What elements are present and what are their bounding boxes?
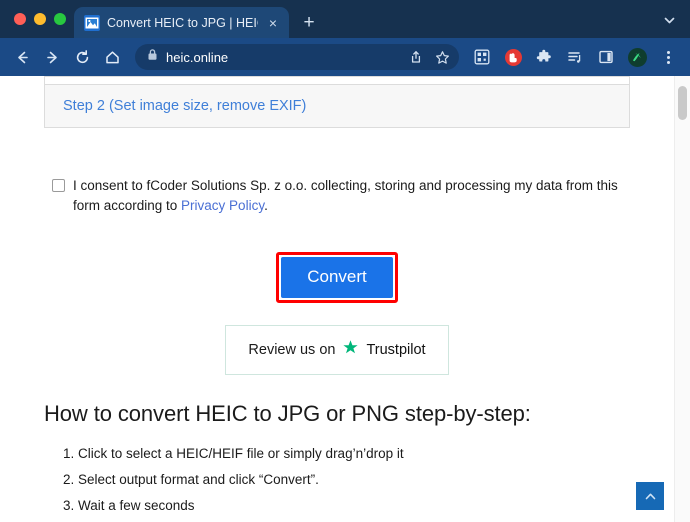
convert-button-area: Convert <box>44 252 630 303</box>
scroll-to-top-button[interactable] <box>636 482 664 510</box>
reload-button[interactable] <box>68 43 96 71</box>
browser-tab-active[interactable]: Convert HEIC to JPG | HEIC.on × <box>74 7 289 38</box>
three-dot-menu-icon[interactable] <box>654 43 682 71</box>
close-icon[interactable]: × <box>265 15 281 31</box>
convert-highlight-box: Convert <box>276 252 398 303</box>
share-icon[interactable] <box>405 46 427 68</box>
scrollbar-thumb[interactable] <box>678 86 687 120</box>
toolbar-right-actions <box>468 43 682 71</box>
browser-toolbar: heic.online <box>0 38 690 76</box>
reading-list-icon[interactable] <box>561 43 589 71</box>
puzzle-icon[interactable] <box>530 43 558 71</box>
address-bar-url: heic.online <box>166 49 229 65</box>
new-tab-button[interactable]: + <box>295 7 323 38</box>
consent-text-after: . <box>264 198 268 213</box>
lock-icon <box>147 48 158 66</box>
side-panel-icon[interactable] <box>592 43 620 71</box>
zoom-window-button[interactable] <box>54 13 66 25</box>
trustpilot-widget[interactable]: Review us on Trustpilot <box>225 325 449 375</box>
howto-heading: How to convert HEIC to JPG or PNG step-b… <box>44 401 531 426</box>
trustpilot-label: Review us on <box>248 342 336 358</box>
trustpilot-brand: Trustpilot <box>366 342 426 358</box>
trustpilot-star-icon <box>342 339 359 361</box>
qr-code-icon[interactable] <box>468 43 496 71</box>
consent-row: I consent to fCoder Solutions Sp. z o.o.… <box>44 176 630 216</box>
close-window-button[interactable] <box>14 13 26 25</box>
chevron-down-icon[interactable] <box>658 9 680 31</box>
home-button[interactable] <box>98 43 126 71</box>
privacy-policy-link[interactable]: Privacy Policy <box>181 198 264 213</box>
consent-checkbox[interactable] <box>52 179 65 192</box>
image-favicon <box>84 14 100 31</box>
forward-button[interactable] <box>38 43 66 71</box>
browser-window: Convert HEIC to JPG | HEIC.on × + <box>0 0 690 522</box>
step1-panel-bottom-edge <box>44 76 630 84</box>
list-item: Click to select a HEIC/HEIF file or simp… <box>78 445 630 463</box>
back-button[interactable] <box>8 43 36 71</box>
page-scrollbar[interactable] <box>674 76 690 522</box>
traffic-lights <box>10 0 74 38</box>
record-icon[interactable] <box>499 43 527 71</box>
convert-button[interactable]: Convert <box>281 257 393 298</box>
page-content: Step 2 (Set image size, remove EXIF) I c… <box>0 76 674 522</box>
trustpilot-area: Review us on Trustpilot <box>44 325 630 375</box>
minimize-window-button[interactable] <box>34 13 46 25</box>
list-item: Select output format and click “Convert”… <box>78 471 630 489</box>
tab-strip: Convert HEIC to JPG | HEIC.on × + <box>0 0 690 38</box>
howto-steps-list: Click to select a HEIC/HEIF file or simp… <box>78 445 630 522</box>
star-icon[interactable] <box>431 46 453 68</box>
consent-text: I consent to fCoder Solutions Sp. z o.o.… <box>73 176 618 216</box>
address-bar-actions <box>405 46 453 68</box>
step2-panel[interactable]: Step 2 (Set image size, remove EXIF) <box>44 84 630 128</box>
step2-link[interactable]: Step 2 (Set image size, remove EXIF) <box>63 98 306 114</box>
address-bar[interactable]: heic.online <box>135 44 459 70</box>
page-viewport: Step 2 (Set image size, remove EXIF) I c… <box>0 76 690 522</box>
profile-avatar[interactable] <box>623 43 651 71</box>
list-item: Wait a few seconds <box>78 497 630 515</box>
tab-title: Convert HEIC to JPG | HEIC.on <box>107 15 258 30</box>
consent-text-before: I consent to fCoder Solutions Sp. z o.o.… <box>73 178 618 213</box>
